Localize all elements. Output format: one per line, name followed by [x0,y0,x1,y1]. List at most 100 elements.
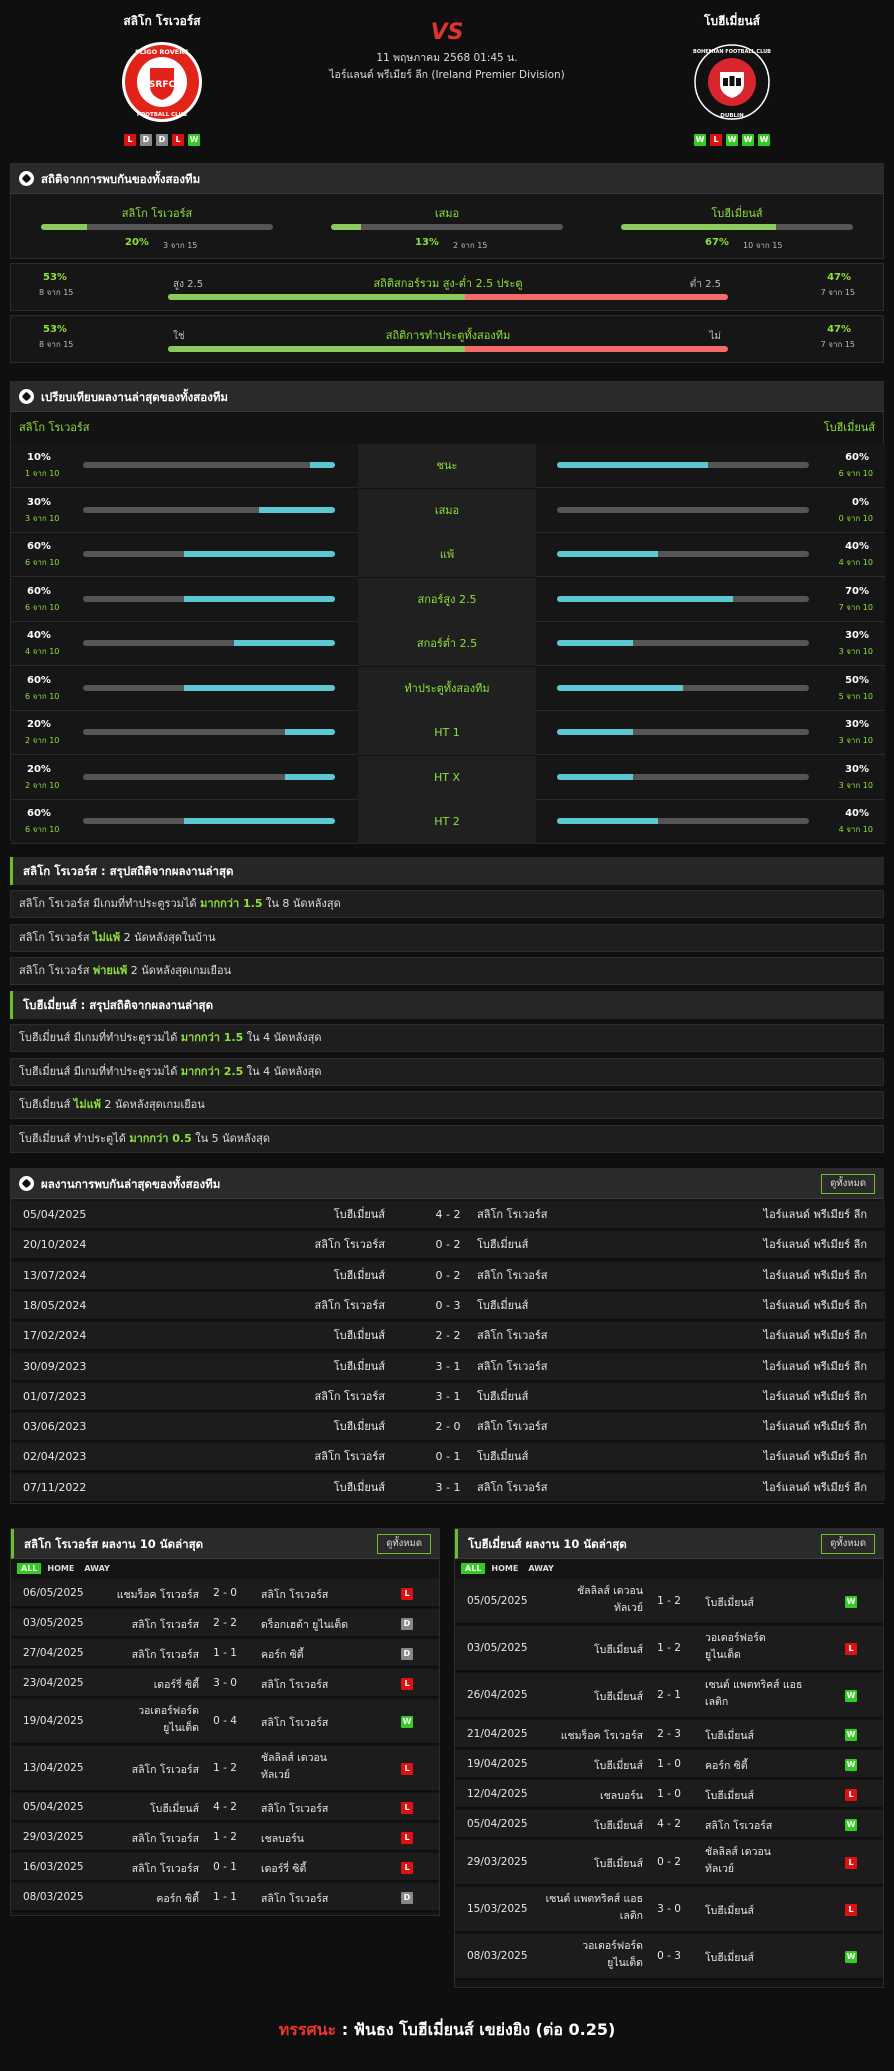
compare-home-fill [284,773,335,780]
last-away-line: สลิโก โรเวอร์ส [261,1892,329,1905]
last-row: 13/04/2025 สลิโก โรเวอร์ส 1 - 2 ชัลลิลส์ เด… [11,1746,439,1792]
last-away: โบฮีเมี่ยนส์ [705,1728,845,1745]
result-badge: W [845,1951,857,1963]
compare-home-bar [83,595,335,602]
h2h-score: 0 - 2 [435,1268,461,1282]
last-home: ชัลลิลส์ เดวอน ทัลเวย์ [483,1583,643,1617]
compare-away-bar [557,595,809,602]
last-row: 19/04/2025 วอเตอร์ฟอร์ด ยูไนเต็ด 0 - 4 สลิโก… [11,1699,439,1745]
last-home-line: ชัลลิลส์ เดวอน [577,1585,643,1597]
last-score: 0 - 3 [657,1950,681,1962]
home-logo-badge: SRFC [149,80,176,90]
compare-row: 30% 3 จาก 10 เสมอ 0% 0 จาก 10 [11,488,885,533]
btts-right-sub: 7 จาก 15 [820,340,855,349]
last-away-line: คอร์ก ซิตี้ [261,1648,304,1661]
view-all-h2h-button[interactable]: ดูทั้งหมด [821,1174,875,1194]
h2h-date: 02/04/2023 [23,1450,87,1464]
last-score: 2 - 0 [213,1586,237,1599]
compare-away-pct: 50% [845,674,869,686]
form-badge: W [742,134,754,146]
compare-row: 10% 1 จาก 10 ชนะ 60% 6 จาก 10 [11,444,885,488]
prediction: ทรรศนะ : ฟันธง โบฮีเมี่ยนส์ เขย่งยิง (ต่… [0,2018,894,2043]
compare-away-sub: 7 จาก 10 [838,602,873,612]
football-icon [19,1176,34,1191]
tab-all[interactable]: ALL [461,1563,486,1574]
last-home: โบฮีเมี่ยนส์ [483,1856,643,1873]
summary-text: 2 นัดหลังสุดเกมเยือน [100,1098,205,1111]
compare-away-bar [557,729,809,735]
compare-row: 40% 4 จาก 10 สกอร์ต่ำ 2.5 30% 3 จาก 10 [11,622,885,666]
summary-text: ใน 8 นัดหลังสุด [262,897,341,910]
last-away-line: สลิโก โรเวอร์ส [261,1717,329,1729]
last-home-line: แชมร็อค โรเวอร์ส [116,1588,199,1601]
last-row: 05/04/2025 โบฮีเมี่ยนส์ 4 - 2 สลิโก โรเวอร์… [11,1793,439,1822]
h2h-league: ไอร์แลนด์ พรีเมียร์ ลีก [763,1359,867,1373]
tab-all[interactable]: ALL [17,1563,42,1574]
h2h-date: 05/04/2025 [23,1208,87,1221]
last-home-line: สลิโก โรเวอร์ส [131,1648,199,1661]
result-badge: L [845,1788,857,1801]
h2h-results-header: ผลงานการพบกันล่าสุดของทั้งสองทีม ดูทั้งหม… [11,1169,883,1199]
vs-label: VS [430,20,464,45]
prediction-text: ฟันธง โบฮีเมี่ยนส์ เขย่งยิง (ต่อ 0.25) [353,2020,616,2039]
last-score: 4 - 2 [213,1800,237,1813]
last-row: 03/05/2025 สลิโก โรเวอร์ส 2 - 2 ดร็อกเฮด้า … [11,1609,439,1638]
last-home-line: เลติก [619,1910,643,1922]
last-home: แชมร็อค โรเวอร์ส [39,1587,199,1604]
result-badge: L [401,1801,413,1814]
compare-row: 60% 6 จาก 10 แพ้ 40% 4 จาก 10 [11,533,885,577]
last-home: เดอร์รี่ ซิตี้ [39,1677,199,1694]
last-row: 29/03/2025 โบฮีเมี่ยนส์ 0 - 2 ชัลลิลส์ เดวอ… [455,1840,883,1886]
last-home: โบฮีเมี่ยนส์ [483,1689,643,1706]
compare-home-fill [259,506,335,513]
ou-left-pct: 53% [43,272,67,283]
last-home: สลิโก โรเวอร์ส [39,1831,199,1848]
tab-home[interactable]: HOME [487,1563,522,1574]
form-badge: W [726,134,738,146]
view-all-home-button[interactable]: ดูทั้งหมด [377,1534,431,1554]
home-logo-text: SLIGO ROVERS [135,48,189,56]
last-away-line: เชลบอร์น [261,1832,304,1845]
compare-label: HT 2 [358,800,536,844]
compare-home-fill [284,729,335,735]
last-home: เซนต์ แพตทริคส์ แอธเลติก [483,1891,643,1925]
result-badge: W [845,1596,857,1608]
view-all-away-button[interactable]: ดูทั้งหมด [821,1534,875,1554]
last-away: เซนต์ แพตทริคส์ แอธ เลติก [705,1677,845,1711]
last-away-line: โบฮีเมี่ยนส์ [705,1952,754,1964]
last-home-line: แชมร็อค โรเวอร์ส [560,1729,643,1742]
last-row: 29/03/2025 สลิโก โรเวอร์ส 1 - 2 เชลบอร์น L [11,1823,439,1852]
tab-home[interactable]: HOME [43,1563,78,1574]
result-badge: D [401,1617,413,1630]
compare-label: ชนะ [358,444,536,488]
last-away-line: ทัลเวย์ [261,1769,290,1781]
compare-away-pct: 70% [845,585,869,597]
compare-home-pct: 60% [27,541,51,552]
match-datetime: 11 พฤษภาคม 2568 01:45 น. [376,52,518,64]
h2h-home: โบฮีเมี่ยนส์ [333,1480,385,1494]
compare-home-sub: 6 จาก 10 [25,558,60,567]
h2h-row: 30/09/2023 โบฮีเมี่ยนส์ 3 - 1 สลิโก โรเวอร์… [11,1352,885,1382]
last-home: สลิโก โรเวอร์ส [39,1762,199,1779]
last-row: 05/04/2025 โบฮีเมี่ยนส์ 4 - 2 สลิโก โรเวอร์… [455,1810,883,1839]
compare-home-bar [83,773,335,780]
last-away: เดอร์รี่ ซิตี้ [261,1861,401,1878]
result-badge: L [401,1861,413,1874]
last-home-line: เซนต์ แพตทริคส์ แอธ [545,1893,643,1905]
h2h-date: 17/02/2024 [23,1329,87,1343]
compare-home-bar [83,684,335,691]
last-away: คอร์ก ซิตี้ [705,1758,845,1775]
h2h-away-pct: 67% [705,237,729,248]
tab-away[interactable]: AWAY [524,1563,558,1574]
h2h-home: สลิโก โรเวอร์ส [314,1389,385,1403]
btts-section: 53% 8 จาก 15 47% 7 จาก 15 ใช่ ไม่ สถิติการทำปร… [10,315,884,363]
h2h-home-fill [41,224,88,230]
h2h-score: 3 - 1 [435,1389,461,1403]
tab-away[interactable]: AWAY [80,1563,114,1574]
compare-home-sub: 6 จาก 10 [25,825,60,834]
h2h-home: โบฮีเมี่ยนส์ [333,1208,385,1221]
summary-row: สลิโก โรเวอร์ส มีเกมที่ทำประตูรวมได้ มาก… [10,890,884,918]
section-title: เปรียบเทียบผลงานล่าสุดของทั้งสองทีม [41,390,228,404]
section-title: โบฮีเมี่ยนส์ ผลงาน 10 นัดล่าสุด [468,1537,627,1551]
h2h-away-bar [621,224,853,230]
